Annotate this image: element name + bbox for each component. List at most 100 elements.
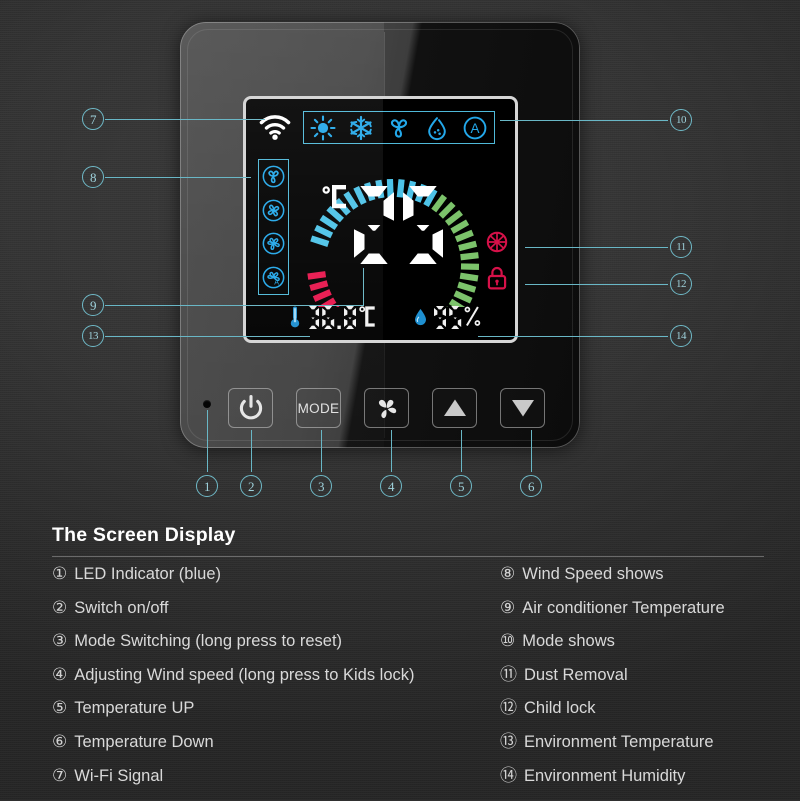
legend-right-item-text: Environment Temperature (524, 734, 714, 751)
seven-seg-b (316, 308, 319, 316)
celsius-unit-icon (321, 185, 349, 211)
legend-right-item-number: ⑩ (500, 633, 515, 650)
seven-seg-f (344, 308, 347, 316)
legend-item: ⑦Wi-Fi Signal (52, 768, 500, 801)
seven-seg-c (432, 229, 443, 258)
water-drop-icon (414, 308, 427, 326)
temperature-down-button[interactable] (500, 388, 545, 428)
mode-indicator-bar: A (303, 111, 495, 144)
environment-temperature-group (290, 304, 380, 331)
legend-item: ② Switch on/off (52, 600, 500, 634)
fan-icon (373, 395, 400, 422)
seven-seg-c (458, 318, 461, 326)
legend-item: ④ Adjusting Wind speed (long press to Kid… (52, 667, 500, 701)
seven-seg-a (346, 306, 354, 309)
legend-right-item-number: ⑬ (500, 734, 517, 751)
legend-left-item-number: ⑤ (52, 700, 67, 717)
percent-circle (465, 307, 469, 311)
seven-seg-d (324, 325, 332, 328)
percent-circle (475, 321, 479, 325)
seven-seg-g (416, 225, 429, 231)
set-temperature-display (246, 183, 518, 267)
seven-seg-b (443, 308, 446, 316)
legend-item: ⑩ Mode shows (500, 633, 764, 667)
lcd-screen: A (243, 96, 518, 343)
padlock-icon (487, 266, 507, 290)
callout-number-14: 14 (670, 325, 692, 347)
seven-seg-d (360, 254, 387, 265)
legend-left-item-number: ② (52, 600, 67, 617)
callout-number-3: 3 (310, 475, 332, 497)
power-button[interactable] (228, 388, 273, 428)
celsius-letter (367, 308, 375, 325)
legend-left-item-text: Switch on/off (74, 600, 168, 617)
wifi-signal-icon (258, 113, 292, 141)
thermometer-icon (290, 305, 300, 329)
seven-seg-a (436, 306, 444, 309)
legend-right-item-number: ⑫ (500, 700, 517, 717)
svg-text:A: A (470, 121, 479, 136)
set-temperature-value (351, 183, 447, 267)
legend-right-item-number: ⑨ (500, 600, 515, 617)
seven-seg-c (331, 318, 334, 326)
legend-item: ⑨ Air conditioner Temperature (500, 600, 764, 634)
environment-humidity-value (433, 304, 493, 331)
legend-left-item-number: ⑥ (52, 734, 67, 751)
environment-readout-row (246, 299, 518, 335)
seven-seg-e (354, 229, 365, 258)
legend-left-item-number: ③ (52, 633, 67, 650)
seven-seg-c (353, 318, 356, 326)
degree-symbol (360, 307, 364, 311)
seven-seg-d (436, 325, 444, 328)
seven-seg-b (353, 308, 356, 316)
environment-temperature-value (306, 304, 380, 331)
up-triangle-icon (442, 397, 468, 419)
legend-right-item-number: ⑭ (500, 768, 517, 785)
down-triangle-icon (510, 397, 536, 419)
legend-divider (52, 556, 764, 557)
gauge-segment-mid (458, 285, 475, 290)
dust-removal-icon (486, 231, 508, 253)
legend-right-item-text: Air conditioner Temperature (522, 600, 724, 617)
seven-seg-d (409, 254, 436, 265)
fan-button[interactable] (364, 388, 409, 428)
legend-right-item-text: Wind Speed shows (522, 566, 663, 583)
legend-left-item-text: Adjusting Wind speed (long press to Kids… (74, 667, 414, 684)
temperature-up-button[interactable] (432, 388, 477, 428)
mode-button[interactable]: MODE (296, 388, 341, 428)
seven-seg-d (346, 325, 354, 328)
seven-seg-g (311, 317, 314, 319)
seven-seg-d (451, 325, 459, 328)
legend-right-item-text: Mode shows (522, 633, 615, 650)
seven-seg-c (443, 318, 446, 326)
legend-item: ⑫Child lock (500, 700, 764, 734)
legend-item: ⑪Dust Removal (500, 667, 764, 701)
smart-thermostat-device: A (180, 22, 580, 448)
legend-left-item-number: ① (52, 566, 67, 583)
seven-seg-g (438, 317, 441, 319)
legend-item: ⑧ Wind Speed shows (500, 566, 764, 600)
callout-number-2: 2 (240, 475, 262, 497)
fan-mode-icon (386, 115, 412, 141)
infographic-root: A (0, 0, 800, 800)
seven-seg-b (383, 192, 394, 221)
seven-seg-a (309, 306, 317, 309)
callout-number-4: 4 (380, 475, 402, 497)
seven-seg-a (324, 306, 332, 309)
legend-item: ①LED Indicator (blue) (52, 566, 500, 600)
callout-number-8: 8 (82, 166, 104, 188)
seven-seg-f (322, 308, 325, 316)
seven-seg-g (454, 317, 457, 319)
seven-seg-f (403, 192, 414, 221)
dry-mode-icon (424, 115, 450, 141)
heat-mode-icon (310, 115, 336, 141)
legend-left-item-text: Mode Switching (long press to reset) (74, 633, 342, 650)
legend-right-column: ⑧ Wind Speed shows ⑨ Air conditioner Temper… (500, 566, 764, 801)
legend-right-item-number: ⑧ (500, 566, 515, 583)
legend-columns: ①LED Indicator (blue)② Switch on/off ③ Mode… (52, 566, 764, 801)
seven-seg-a (451, 306, 459, 309)
legend-left-column: ①LED Indicator (blue)② Switch on/off ③ Mode… (52, 566, 500, 801)
legend-left-item-number: ⑦ (52, 768, 67, 785)
legend-left-item-number: ④ (52, 667, 67, 684)
callout-number-7: 7 (82, 108, 104, 130)
